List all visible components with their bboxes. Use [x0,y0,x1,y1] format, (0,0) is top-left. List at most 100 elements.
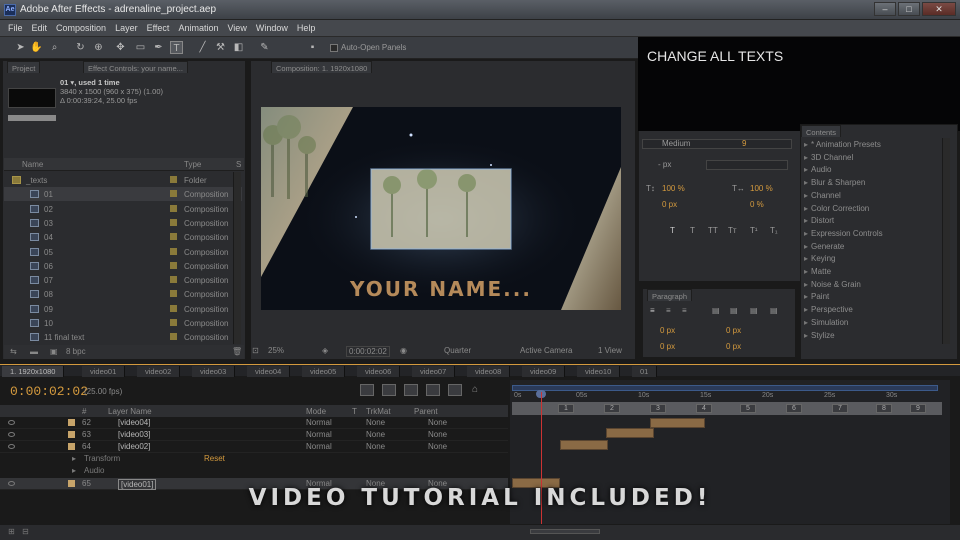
horizontal-scale-value[interactable]: 100 % [750,184,773,193]
project-item-row[interactable]: 02 Composition [4,202,242,216]
interpret-footage-icon[interactable]: ⇆ [10,347,17,356]
label-color[interactable] [170,233,177,241]
delete-icon[interactable]: 🗑 [232,347,242,356]
active-camera-select[interactable]: Active Camera [520,346,572,355]
expand-triangle-icon[interactable]: ▸ [804,254,808,263]
hide-shy-layers-icon[interactable] [404,384,418,396]
project-item-row[interactable]: 04 Composition [4,230,242,244]
timeline-tab[interactable]: video02 [137,366,181,377]
layer-parent[interactable]: None [428,430,447,439]
snapshot-icon[interactable]: ◈ [322,346,328,355]
leading-dropdown[interactable] [706,160,788,170]
new-comp-icon[interactable]: ▣ [50,347,58,356]
timeline-tab[interactable]: 01 [632,366,658,377]
label-color[interactable] [170,304,177,312]
always-preview-icon[interactable]: ⊡ [252,346,259,355]
label-color[interactable] [170,261,177,269]
close-button[interactable]: ✕ [922,2,956,16]
tracking-unit[interactable]: - px [658,160,671,169]
comp-mini-flowchart-icon[interactable] [360,384,374,396]
indent-first-value[interactable]: 0 px [660,342,675,351]
project-scrollbar[interactable] [233,172,241,344]
layer-mode[interactable]: Normal [306,430,332,439]
puppet-tool-icon[interactable]: ✎ [258,41,271,54]
layer-trkmat[interactable]: None [366,430,385,439]
expand-triangle-icon[interactable]: ▸ [804,140,808,149]
expand-triangle-icon[interactable]: ▸ [804,229,808,238]
justify-center-icon[interactable]: ▤ [730,306,738,315]
menu-effect[interactable]: Effect [143,20,175,36]
menu-edit[interactable]: Edit [28,20,53,36]
timeline-tab[interactable]: video09 [522,366,566,377]
menu-file[interactable]: File [4,20,28,36]
indent-left-value[interactable]: 0 px [660,326,675,335]
bpc-toggle[interactable]: 8 bpc [66,347,86,356]
label-color[interactable] [68,419,75,426]
hand-tool-icon[interactable]: ✋ [30,41,43,54]
tab-project[interactable]: Project [7,61,41,73]
timeline-tab[interactable]: video01 [82,366,126,377]
pan-behind-tool-icon[interactable]: ✥ [114,41,127,54]
layer-name[interactable]: [video03] [118,430,150,439]
zoom-tool-icon[interactable]: ⌕ [48,41,61,54]
effect-category-item[interactable]: ▸ Blur & Sharpen [804,178,865,190]
timeline-tab[interactable]: video05 [302,366,346,377]
layer-parent[interactable]: None [428,418,447,427]
tab-effect-controls[interactable]: Effect Controls: your name... [83,61,188,73]
pen-tool-icon[interactable]: ✒ [152,41,165,54]
comp-marker[interactable]: 5 [740,404,756,413]
label-color[interactable] [170,218,177,226]
label-color[interactable] [170,276,177,284]
clone-tool-icon[interactable]: ⚒ [214,41,227,54]
layer-row[interactable]: 64 [video02] Normal None None [0,441,508,453]
effect-category-item[interactable]: ▸ Distort [804,216,834,228]
col-type[interactable]: Type [184,160,201,172]
project-item-row[interactable]: 07 Composition [4,273,242,287]
layer-parent[interactable]: None [428,442,447,451]
draft-3d-icon[interactable] [382,384,396,396]
justify-left-icon[interactable]: ▤ [712,306,720,315]
label-color[interactable] [170,204,177,212]
rotate-tool-icon[interactable]: ↻ [74,41,87,54]
expand-triangle-icon[interactable]: ▸ [804,242,808,251]
align-left-icon[interactable]: ≡ [650,306,655,315]
small-caps-icon[interactable]: Tт [728,226,737,235]
work-area-bar[interactable] [512,385,938,391]
minimize-button[interactable]: – [874,2,896,16]
space-before-value[interactable]: 0 px [726,342,741,351]
superscript-icon[interactable]: T¹ [750,226,758,235]
indent-right-value[interactable]: 0 px [726,326,741,335]
col-layer-name[interactable]: Layer Name [108,407,152,416]
expand-triangle-icon[interactable]: ▸ [72,466,76,475]
justify-all-icon[interactable]: ▤ [770,306,778,315]
property-transform[interactable]: ▸ Transform Reset [0,453,508,465]
faux-italic-icon[interactable]: T [690,226,695,235]
toggle-switches-icon[interactable]: ⊞ [8,527,15,536]
reset-link[interactable]: Reset [204,454,225,463]
comp-marker[interactable]: 3 [650,404,666,413]
comp-marker[interactable]: 9 [910,404,926,413]
project-item-row[interactable]: 09 Composition [4,302,242,316]
layer-bar-video04[interactable] [650,418,705,428]
layer-trkmat[interactable]: None [366,418,385,427]
faux-bold-icon[interactable]: T [670,226,675,235]
view-layout-select[interactable]: 1 View [598,346,622,355]
layer-bar-video02[interactable] [560,440,608,450]
label-color[interactable] [170,176,177,183]
expand-triangle-icon[interactable]: ▸ [804,280,808,289]
eraser-tool-icon[interactable]: ◧ [232,41,245,54]
project-item-row[interactable]: 03 Composition [4,216,242,230]
auto-open-panels[interactable]: Auto-Open Panels [330,43,406,52]
effect-category-item[interactable]: ▸ Matte [804,267,831,279]
camera-snapshot-icon[interactable]: ◉ [400,346,407,355]
all-caps-icon[interactable]: TT [708,226,718,235]
camera-tool-icon[interactable]: ⊕ [92,41,105,54]
expand-triangle-icon[interactable]: ▸ [72,454,76,463]
label-color[interactable] [68,431,75,438]
toggle-modes-icon[interactable]: ⊟ [22,527,29,536]
expand-triangle-icon[interactable]: ▸ [804,331,808,340]
effect-category-item[interactable]: ▸ Paint [804,292,829,304]
layer-name[interactable]: [video04] [118,418,150,427]
maximize-button[interactable]: □ [898,2,920,16]
label-color[interactable] [170,247,177,255]
